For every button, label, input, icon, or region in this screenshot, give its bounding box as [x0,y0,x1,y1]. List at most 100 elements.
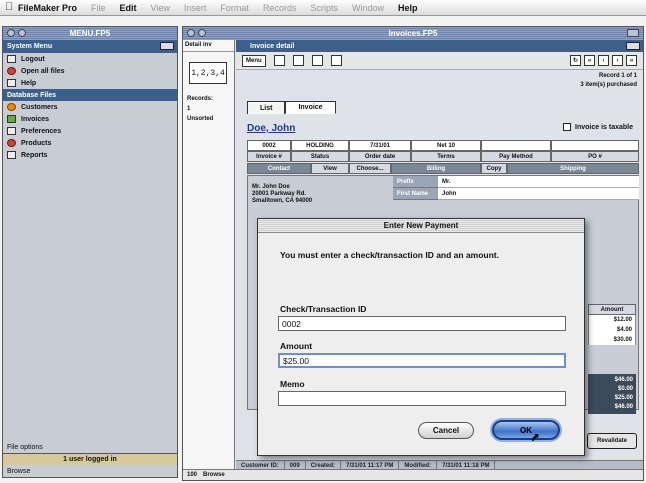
menu-item-label: Preferences [21,127,62,135]
tab-strip: List Invoice [247,101,336,114]
sort-status: Unsorted [187,116,214,122]
file-options-button[interactable]: File options [3,441,177,453]
ok-button[interactable]: OK [492,420,560,440]
book-icon[interactable]: 1,2,3,4 [189,62,227,84]
view-button[interactable]: View [311,163,349,174]
total-value: $46.00 [614,404,633,410]
billing-label: First Name [393,188,438,200]
layout-menu[interactable]: Detail inv [183,40,234,52]
menu-edit[interactable]: Edit [120,3,137,13]
records-label: Records: [187,96,214,102]
menu-window-titlebar[interactable]: MENU.FP5 [3,27,177,40]
dialog-title: Enter New Payment [258,219,584,233]
dialog-message: You must enter a check/transaction ID an… [280,250,499,260]
last-record-icon[interactable]: » [626,55,637,66]
customer-name-link[interactable]: Doe, John [247,123,295,134]
invoices-icon [7,115,16,123]
field-label: PO # [551,151,639,162]
field-label: Terms [411,151,481,162]
menu-item-reports[interactable]: Reports [3,149,177,161]
close-icon[interactable] [187,29,195,37]
menu-item-products[interactable]: Products [3,137,177,149]
minimize-icon[interactable] [198,29,206,37]
refresh-icon[interactable]: ↻ [570,55,581,66]
copy-button[interactable]: Copy [481,163,507,174]
tab-invoice[interactable]: Invoice [285,101,336,114]
billing-value[interactable]: Mr. [438,176,639,188]
menu-file[interactable]: File [91,3,106,13]
minimize-icon[interactable] [18,29,26,37]
help-toggle-icon[interactable] [160,42,174,50]
menu-item-preferences[interactable]: Preferences [3,125,177,137]
check-id-label: Check/Transaction ID [280,304,367,314]
zoom-icon[interactable] [627,29,639,37]
field-label: Order date [349,151,411,162]
customer-address: Mr. John Doe 20001 Parkway Rd. Smalltown… [252,184,312,205]
menu-item-open-all-files[interactable]: Open all files [3,65,177,77]
field-label: Invoice # [247,151,291,162]
amount-label: Amount [280,341,313,351]
status-area: Detail inv 1,2,3,4 Records: 1 Unsorted [183,40,235,469]
tab-list[interactable]: List [247,101,286,114]
menu-item-logout[interactable]: Logout [3,53,177,65]
menu-insert[interactable]: Insert [184,3,207,13]
memo-label: Memo [280,379,305,389]
reports-icon [7,151,16,159]
menu-window-mode: Browse [7,467,31,475]
system-menu-title: System Menu [7,43,53,50]
checkbox-icon[interactable] [563,123,572,131]
menu-help[interactable]: Help [398,3,418,13]
find-icon[interactable] [311,55,323,66]
choose-button[interactable]: Choose... [349,163,391,174]
cancel-button[interactable]: Cancel [418,422,474,439]
items-purchased: 3 item(s) purchased [580,82,637,88]
menu-app[interactable]: FileMaker Pro [18,3,77,13]
menu-item-invoices[interactable]: Invoices [3,113,177,125]
invoice-number-field[interactable]: 0002 [247,140,291,151]
invoice-window-titlebar[interactable]: Invoices.FP5 [183,27,643,40]
first-record-icon[interactable]: « [584,55,595,66]
address-line: Mr. John Doe [252,184,290,190]
menu-format[interactable]: Format [220,3,249,13]
help-toggle-icon[interactable] [626,42,640,50]
pay-method-field[interactable] [481,140,551,151]
amount-cell: $12.00 [588,315,636,325]
amount-input[interactable] [278,353,566,368]
menu-window: MENU.FP5 System Menu Logout Open all fil… [2,26,178,478]
menu-button[interactable]: Menu [242,54,266,67]
field-label: Status [291,151,349,162]
new-record-icon[interactable] [273,55,285,66]
menu-item-label: Logout [21,55,45,63]
next-record-icon[interactable]: › [612,55,623,66]
previous-record-icon[interactable]: ‹ [598,55,609,66]
preferences-icon [7,127,16,135]
close-icon[interactable] [7,29,15,37]
mode-indicator[interactable]: Browse [203,472,225,478]
address-line: 20001 Parkway Rd. [252,191,307,197]
customers-icon [7,103,16,111]
billing-fields: Prefix Mr. First Name John [393,176,639,200]
zoom-level[interactable]: 100 [187,472,197,478]
menu-view[interactable]: View [151,3,170,13]
order-date-field[interactable]: 7/31/01 [349,140,411,151]
billing-value[interactable]: John [438,188,639,200]
menu-window[interactable]: Window [352,3,384,13]
status-field[interactable]: HOLDING [291,140,349,151]
revalidate-button[interactable]: Revalidate [587,433,637,449]
taxable-checkbox[interactable]: Invoice is taxable [563,123,633,131]
door-icon [7,55,16,63]
delete-record-icon[interactable] [292,55,304,66]
menu-scripts[interactable]: Scripts [310,3,338,13]
apple-menu-icon[interactable]:  [5,1,13,13]
menu-item-customers[interactable]: Customers [3,101,177,113]
terms-field[interactable]: Net 10 [411,140,481,151]
menu-records[interactable]: Records [263,3,297,13]
print-icon[interactable] [330,55,342,66]
po-field[interactable] [551,140,639,151]
menu-item-help[interactable]: Help [3,77,177,89]
menu-bar:  FileMaker Pro File Edit View Insert Fo… [0,0,646,16]
menu-window-title: MENU.FP5 [69,29,111,38]
contact-label: Contact [247,163,311,174]
check-id-input[interactable] [278,316,566,331]
memo-input[interactable] [278,391,566,406]
